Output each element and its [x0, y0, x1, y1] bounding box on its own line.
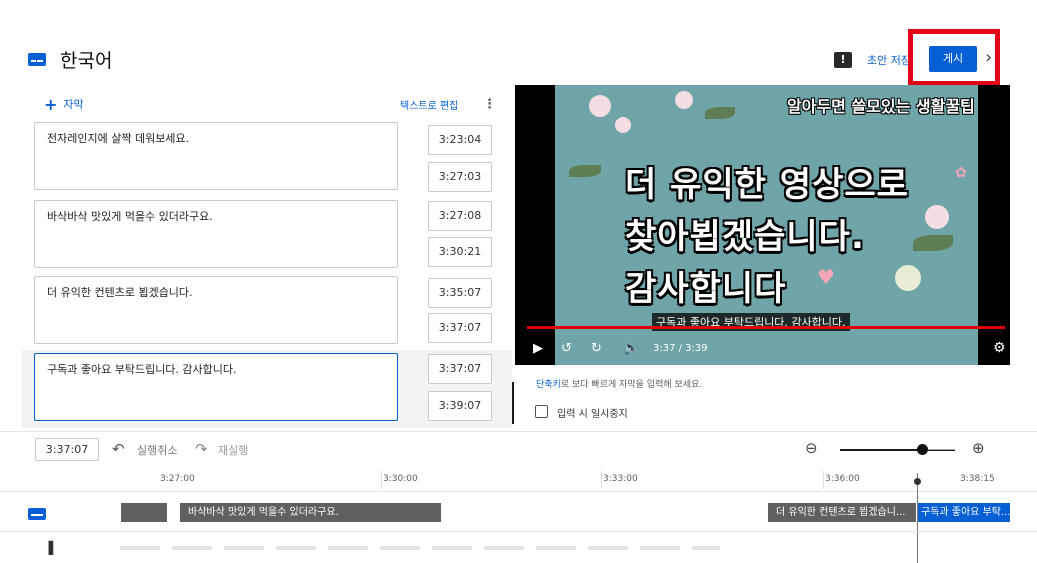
video-player[interactable]: ♥ ✿ 알아두면 쓸모있는 생활꿀팁 더 유익한 영상으로 찾아뵙겠습니다. 감…	[515, 85, 1010, 365]
caption-end-time[interactable]: 3:39:07	[428, 391, 492, 421]
time-display: 3:37 / 3:39	[653, 343, 708, 354]
redo-button[interactable]: 재실행	[218, 442, 248, 458]
timeline-segment[interactable]: 바삭바삭 맛있게 먹을수 있더라구요.	[180, 503, 441, 522]
caption-text-field[interactable]: 구독과 좋아요 부탁드립니다. 감사합니다.	[34, 353, 398, 421]
progress-bar[interactable]	[527, 326, 1005, 329]
playhead-handle[interactable]	[914, 478, 921, 485]
tick-separator	[823, 471, 824, 489]
save-draft-button[interactable]: 초안 저장	[867, 52, 911, 68]
highlight-box	[908, 29, 1000, 86]
plus-icon: +	[44, 95, 58, 114]
video-overlay-title: 알아두면 쓸모있는 생활꿀팁	[787, 97, 975, 116]
caption-start-time[interactable]: 3:23:04	[428, 125, 492, 155]
caption-end-time[interactable]: 3:27:03	[428, 162, 492, 192]
video-text-line: 감사합니다	[625, 269, 787, 309]
divider	[0, 431, 1037, 432]
volume-icon[interactable]: 🔈	[623, 341, 639, 356]
redo-icon[interactable]: ↷	[195, 440, 208, 458]
caption-row-active: 구독과 좋아요 부탁드립니다. 감사합니다. 3:37:07 3:39:07	[22, 350, 512, 428]
flower-decoration	[895, 265, 921, 291]
flower-decoration	[925, 205, 949, 229]
caption-text-field[interactable]: 더 유익한 컨텐츠로 뵙겠습니다.	[34, 276, 398, 344]
player-controls: ▶ ↺ ↻ 🔈 3:37 / 3:39 ⚙	[515, 337, 1010, 365]
leaf-decoration	[913, 235, 953, 251]
flower-decoration	[615, 117, 631, 133]
subtitle-track-icon	[28, 508, 46, 520]
panel-divider[interactable]	[512, 382, 514, 424]
shortcut-hint-text: 로 보다 빠르게 자막을 입력해 보세요.	[560, 380, 703, 390]
shortcuts-link[interactable]: 단축키	[536, 380, 561, 390]
timeline-tick: 3:30:00	[383, 474, 418, 484]
zoom-in-icon[interactable]: ⊕	[972, 439, 985, 457]
zoom-slider-thumb[interactable]	[917, 444, 928, 455]
leaf-decoration	[569, 165, 601, 177]
divider	[0, 531, 1037, 532]
caption-end-time[interactable]: 3:30:21	[428, 237, 492, 267]
tick-separator	[601, 471, 602, 489]
timeline-tick: 3:33:00	[603, 474, 638, 484]
timeline-segment[interactable]	[121, 503, 167, 522]
caption-row: 전자레인지에 살짝 데워보세요. 3:23:04 3:27:03	[22, 119, 512, 197]
flower-decoration	[675, 91, 693, 109]
audio-track-icon: ▐	[44, 541, 54, 555]
tick-separator	[381, 471, 382, 489]
audio-waveform	[120, 546, 720, 550]
timeline-tick: 3:36:00	[825, 474, 860, 484]
leaf-decoration	[705, 107, 735, 119]
edit-as-text-button[interactable]: 텍스트로 편집	[400, 97, 458, 112]
undo-icon[interactable]: ↶	[112, 440, 125, 458]
caption-row: 바삭바삭 맛있게 먹을수 있더라구요. 3:27:08 3:30:21	[22, 197, 512, 275]
caption-text-field[interactable]: 바삭바삭 맛있게 먹을수 있더라구요.	[34, 200, 398, 268]
caption-start-time[interactable]: 3:35:07	[428, 278, 492, 308]
more-vert-icon[interactable]: ⋮	[483, 97, 496, 112]
timeline-segment[interactable]: 더 유익한 컨텐츠로 뵙겠습니...	[768, 503, 916, 522]
language-title: 한국어	[60, 50, 113, 72]
shortcut-hint: 단축키로 보다 빠르게 자막을 입력해 보세요.	[536, 377, 702, 390]
rewind-5-icon[interactable]: ↺	[561, 341, 572, 356]
zoom-out-icon[interactable]: ⊖	[805, 439, 818, 457]
forward-5-icon[interactable]: ↻	[591, 341, 602, 356]
divider	[0, 491, 1037, 492]
editor-header: 한국어 ! 초안 저장 게시 ›	[0, 0, 1037, 90]
add-caption-label: 자막	[63, 98, 84, 111]
caption-text-field[interactable]: 전자레인지에 살짝 데워보세요.	[34, 122, 398, 190]
feedback-icon[interactable]: !	[834, 52, 852, 68]
heart-decoration: ✿	[955, 165, 967, 181]
caption-start-time[interactable]: 3:37:07	[428, 354, 492, 384]
play-icon[interactable]: ▶	[533, 341, 543, 356]
pause-while-typing-checkbox[interactable]	[535, 405, 548, 418]
add-caption-button[interactable]: + 자막	[44, 95, 84, 114]
timeline-playhead[interactable]	[917, 473, 918, 563]
caption-row: 더 유익한 컨텐츠로 뵙겠습니다. 3:35:07 3:37:07	[22, 273, 512, 351]
undo-button[interactable]: 실행취소	[137, 442, 177, 458]
current-time-field[interactable]: 3:37:07	[35, 438, 99, 461]
settings-icon[interactable]: ⚙	[993, 340, 1006, 356]
video-text-line: 더 유익한 영상으로	[625, 165, 909, 205]
timeline-tick: 3:27:00	[160, 474, 195, 484]
caption-start-time[interactable]: 3:27:08	[428, 201, 492, 231]
timeline-segment-active[interactable]: 구독과 좋아요 부탁...	[917, 503, 1010, 522]
pause-while-typing-label: 입력 시 일시중지	[557, 409, 628, 420]
heart-decoration: ♥	[817, 265, 835, 289]
timeline-tick: 3:38:15	[960, 474, 995, 484]
subtitles-icon	[28, 53, 46, 66]
caption-end-time[interactable]: 3:37:07	[428, 313, 492, 343]
video-text-line: 찾아뵙겠습니다.	[625, 217, 865, 257]
flower-decoration	[589, 95, 611, 117]
